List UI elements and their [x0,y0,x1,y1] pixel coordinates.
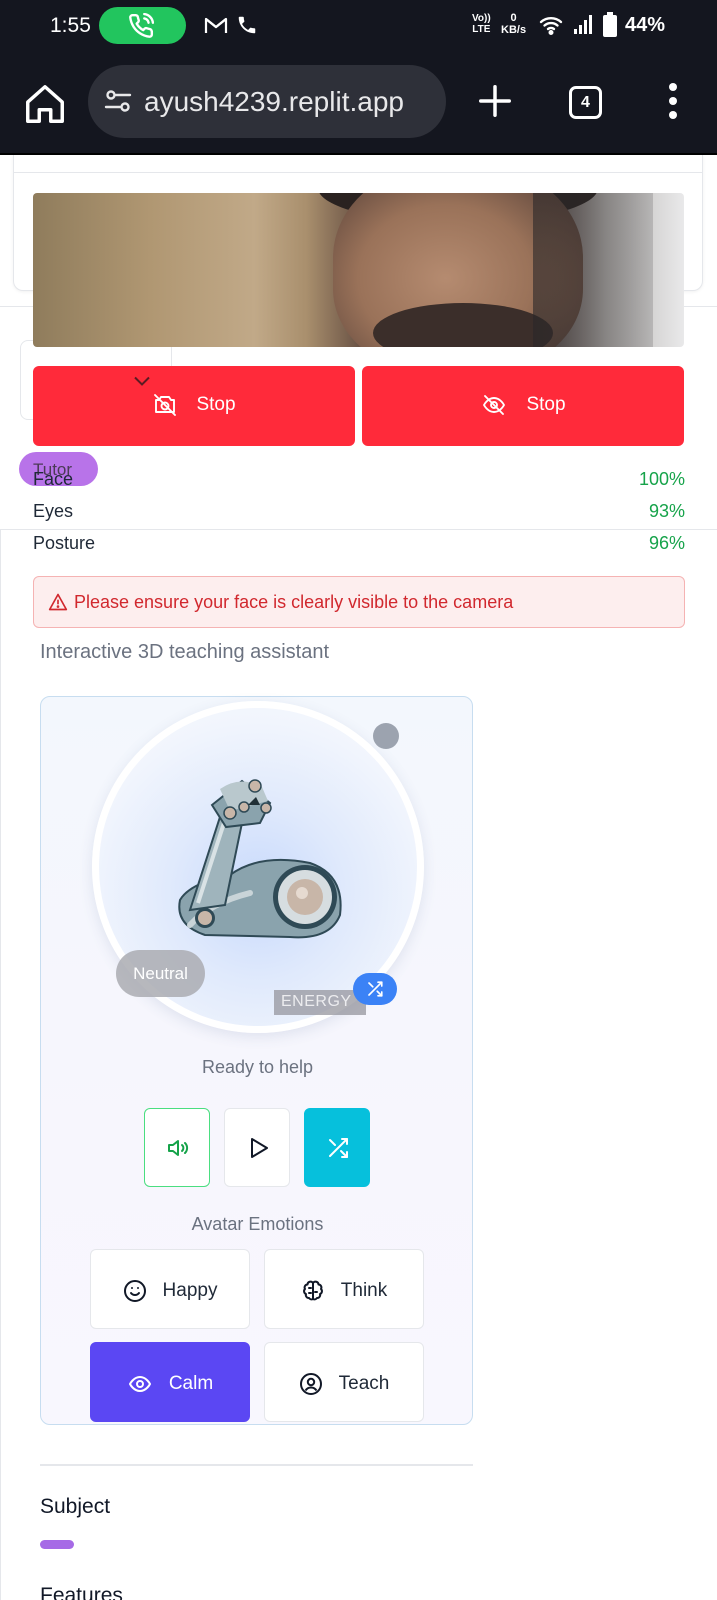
volume-icon [168,1140,189,1156]
mood-badge: Neutral [116,950,205,997]
shuffle-button[interactable] [304,1108,370,1187]
status-time: 1:55 [50,14,91,37]
emotion-calm-button[interactable]: Calm [90,1342,250,1422]
emotion-happy-button[interactable]: Happy [90,1249,250,1329]
avatar-panel: Neutral ENERGY Ready to help Avatar Emot… [40,696,473,1425]
robot-arm-avatar [178,779,342,939]
play-button[interactable] [224,1108,290,1187]
stop-camera-label: Stop [196,394,236,415]
address-bar[interactable]: ayush4239.replit.app [88,65,446,138]
stop-tracking-button[interactable]: Stop [362,366,684,446]
home-icon[interactable] [22,81,68,127]
brain-icon [302,1280,323,1301]
subject-accent-bar [40,1540,74,1549]
emotion-teach-button[interactable]: Teach [264,1342,424,1422]
ongoing-call-pill[interactable] [99,7,186,44]
network-speed: 0 KB/s [501,12,527,36]
emotion-think-button[interactable]: Think [264,1249,424,1329]
emotion-label: Think [340,1280,388,1301]
assistant-status: Ready to help [201,1057,314,1077]
status-dot [373,723,399,749]
url-text: ayush4239.replit.app [144,86,404,117]
emotion-label: Happy [162,1280,218,1301]
new-tab-icon[interactable] [476,82,514,120]
emotion-label: Teach [338,1373,390,1394]
subject-heading: Subject [40,1495,111,1518]
gmail-icon [204,17,228,33]
shuffle-icon [329,1138,348,1158]
metric-row-face: Face 100% [33,465,685,497]
status-bar: 1:55 Vo)) LTE 0 KB/s 44% [0,0,717,52]
metric-label: Posture [33,533,96,553]
attention-metrics: Face 100% Eyes 93% Posture 96% [33,465,685,561]
background-divider [13,172,703,173]
voice-toggle-button[interactable] [144,1108,210,1187]
browser-toolbar: ayush4239.replit.app 4 [0,52,717,155]
phone-call-icon [129,13,154,38]
wifi-icon [539,17,563,36]
background-border [0,529,1,1600]
metric-label: Eyes [33,501,74,521]
energy-tag: ENERGY [274,990,366,1015]
stop-camera-button[interactable]: Stop [33,366,355,446]
metric-row-posture: Posture 96% [33,529,685,561]
metric-value: 100% [638,469,685,489]
chevron-down-icon [134,376,150,386]
assistant-subtitle: Interactive 3D teaching assistant [40,641,330,663]
metric-value: 96% [648,533,685,553]
battery-level: 44% [625,14,666,36]
face-visibility-alert: Please ensure your face is clearly visib… [33,576,685,628]
camera-off-icon [154,394,177,416]
play-icon [251,1138,268,1158]
metric-value: 93% [648,501,685,521]
browser-menu-icon[interactable] [660,83,686,123]
shuffle-icon [368,981,383,997]
signal-icon [574,15,592,34]
eye-icon [128,1376,151,1392]
volte-indicator: Vo)) LTE [472,13,491,35]
phone-icon [238,16,256,34]
metric-row-eyes: Eyes 93% [33,497,685,529]
site-settings-icon[interactable] [104,88,132,114]
random-emotion-badge[interactable] [353,973,397,1005]
stop-tracking-label: Stop [526,394,566,415]
battery-icon [603,12,617,37]
camera-feed [33,193,684,347]
metric-label: Face [33,469,74,489]
smile-icon [123,1280,146,1302]
emotion-label: Calm [168,1373,214,1394]
features-heading: Features [40,1584,123,1600]
eye-off-icon [483,395,506,415]
tab-switcher-button[interactable]: 4 [569,86,602,119]
alert-message: Please ensure your face is clearly visib… [74,592,514,612]
user-circle-icon [299,1373,322,1395]
emotions-title: Avatar Emotions [191,1214,324,1234]
warning-icon [48,593,68,611]
section-divider [40,1464,473,1466]
